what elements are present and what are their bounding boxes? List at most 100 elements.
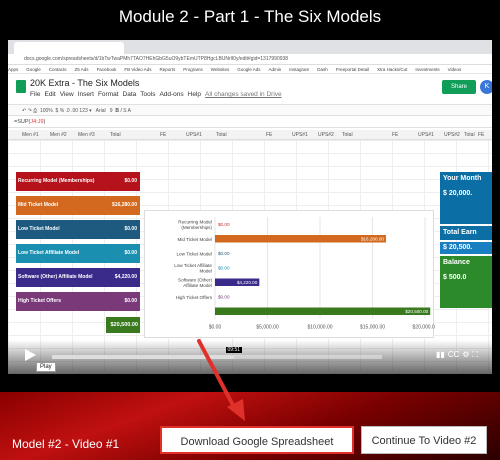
browser-tabbar [8, 40, 492, 54]
formula-prefix: =SUP( [14, 119, 31, 125]
menu-item-tools[interactable]: Tools [140, 91, 155, 98]
bookmark-item[interactable]: Apps [8, 65, 18, 73]
bookmark-item[interactable]: Videos [448, 65, 462, 73]
font-size-select: 9 [109, 108, 113, 114]
model-row: Low Ticket Model $0.00 [16, 220, 140, 239]
download-spreadsheet-button[interactable]: Download Google Spreadsheet [160, 426, 354, 454]
model-row: Recurring Model (Memberships) $0.00 [16, 172, 140, 191]
models-bar-chart: $0.00 $5,000.00 $10,000.00 $15,000.00 $20,00… [144, 210, 438, 338]
bookmark-item[interactable]: Reports [160, 65, 176, 73]
category-label: Mid Ticket Model [178, 237, 212, 242]
bookmark-item[interactable]: Xtra Hacks/Cut [377, 65, 407, 73]
menu-item-format[interactable]: Format [98, 91, 119, 98]
category-label: High Ticket Offers [176, 295, 213, 300]
model-label: High Ticket Offers [18, 298, 61, 304]
settings-icon[interactable]: ⚙ [462, 350, 469, 359]
model-amount: $0.00 [124, 226, 137, 232]
column-header: Total [342, 132, 353, 138]
doc-title: 20K Extra - The Six Models [30, 78, 140, 88]
player-icons: ▮▮ CC ⚙ ⛶ [436, 350, 481, 360]
bookmarks-bar: Apps Google Contacts Z5 Ads Facebook FB Video… [8, 65, 492, 74]
column-header: Total [216, 132, 227, 138]
chart-bar [215, 307, 431, 315]
column-header: Men #3 [78, 132, 95, 138]
model-amount: $4,220.00 [114, 274, 137, 280]
column-header: Total [110, 132, 121, 138]
category-label: Low Ticket Model [177, 251, 213, 256]
column-header: UPS#2 [318, 132, 334, 138]
models-total-cell: $20,500.00 [106, 317, 140, 333]
menu-item-edit[interactable]: Edit [44, 91, 55, 98]
column-header: FE [478, 132, 485, 138]
column-header: UPS#2 [444, 132, 460, 138]
menu-item-data[interactable]: Data [123, 91, 137, 98]
balance-label: Balance [443, 259, 470, 266]
model-row: Software (Other) Affiliate Model $4,220.0… [16, 268, 140, 287]
category-label: Low Ticket Affiliate [174, 263, 212, 268]
column-header: UPS#1 [186, 132, 202, 138]
sheets-toolbar: ↶ ↷ ⎙ 100% $ % .0 .00 123 ▾ Arial 9 B I … [8, 104, 492, 116]
model-amount: $16,280.00 [111, 202, 137, 208]
bookmark-item[interactable]: Programs [183, 65, 203, 73]
model-label: Mid Ticket Model [18, 202, 59, 208]
x-tick-label: $10,000.00 [307, 325, 332, 331]
bar-value-label: $4,220.00 [237, 280, 258, 285]
fullscreen-icon[interactable]: ⛶ [473, 350, 479, 359]
captions-icon[interactable]: CC [448, 350, 460, 359]
pointer-arrow [197, 339, 245, 421]
bookmark-item[interactable]: Contacts [49, 65, 67, 73]
bookmark-item[interactable]: Investments [415, 65, 439, 73]
menu-item-help[interactable]: Help [188, 91, 201, 98]
total-earnings-value: $ 20,500. [440, 242, 492, 254]
video-label: Model #2 - Video #1 [12, 437, 120, 451]
model-label: Recurring Model (Memberships) [18, 178, 95, 184]
column-header: Men #1 [22, 132, 39, 138]
bookmark-item[interactable]: Instagram [289, 65, 309, 73]
x-tick-label: $0.00 [209, 325, 222, 331]
column-header: UPS#1 [418, 132, 434, 138]
play-icon[interactable] [22, 348, 38, 362]
sheets-logo-icon [16, 80, 26, 93]
model-row: High Ticket Offers $0.00 [16, 292, 140, 311]
model-label: Low Ticket Affiliate Model [18, 250, 80, 256]
menu-item-insert[interactable]: Insert [78, 91, 94, 98]
bookmark-item[interactable]: Websites [211, 65, 229, 73]
x-tick-label: $5,000.00 [256, 325, 278, 331]
monthly-goal-panel: Your Month $ 20,000. [440, 172, 492, 224]
formula-suffix: ) [43, 119, 46, 125]
balance-value: $ 500.0 [443, 274, 467, 281]
model-amount: $0.00 [124, 250, 137, 256]
bookmark-item[interactable]: Google Ads [237, 65, 260, 73]
monthly-goal-label: Your Month [443, 175, 482, 182]
font-select: Arial [95, 108, 106, 114]
saved-status[interactable]: All changes saved in Drive [205, 91, 282, 98]
volume-icon[interactable]: ▮▮ [436, 350, 445, 359]
bar-value-label: $0.00 [218, 251, 230, 256]
share-button: Share [442, 80, 476, 94]
column-headers: Men #1 Men #2 Men #3 Total FE UPS#1 Total FE UPS… [8, 130, 492, 140]
menu-item-view[interactable]: View [60, 91, 74, 98]
model-amount: $0.00 [124, 298, 137, 304]
bookmark-item[interactable]: FB Video Ads [124, 65, 151, 73]
bookmark-item[interactable]: Facebook [97, 65, 117, 73]
bookmark-item[interactable]: Admin [269, 65, 282, 73]
category-label: Model [199, 269, 212, 274]
menu-item-file[interactable]: File [30, 91, 40, 98]
bar-value-label: $20,500.00 [405, 309, 428, 314]
browser-tab[interactable] [14, 42, 124, 54]
bookmark-item[interactable]: Freeportal Detail [336, 65, 369, 73]
continue-video-button[interactable]: Continue To Video #2 [361, 426, 487, 454]
model-row: Mid Ticket Model $16,280.00 [16, 196, 140, 215]
bookmark-item[interactable]: Dash [317, 65, 328, 73]
column-header: Men #2 [50, 132, 67, 138]
menu-item-addons[interactable]: Add-ons [159, 91, 183, 98]
video-player[interactable]: docs.google.com/spreadsheets/d/1bTwTwaPM… [8, 40, 492, 374]
formula-ref: J4:J9 [30, 119, 44, 125]
bar-value-label: $16,280.00 [361, 237, 384, 242]
bar-value-label: $0.00 [218, 222, 230, 227]
bar-value-label: $0.00 [218, 295, 230, 300]
bookmark-item[interactable]: Google [26, 65, 41, 73]
bookmark-item[interactable]: Z5 Ads [75, 65, 89, 73]
column-header: FE [392, 132, 399, 138]
zoom-select: 100% [39, 108, 53, 114]
